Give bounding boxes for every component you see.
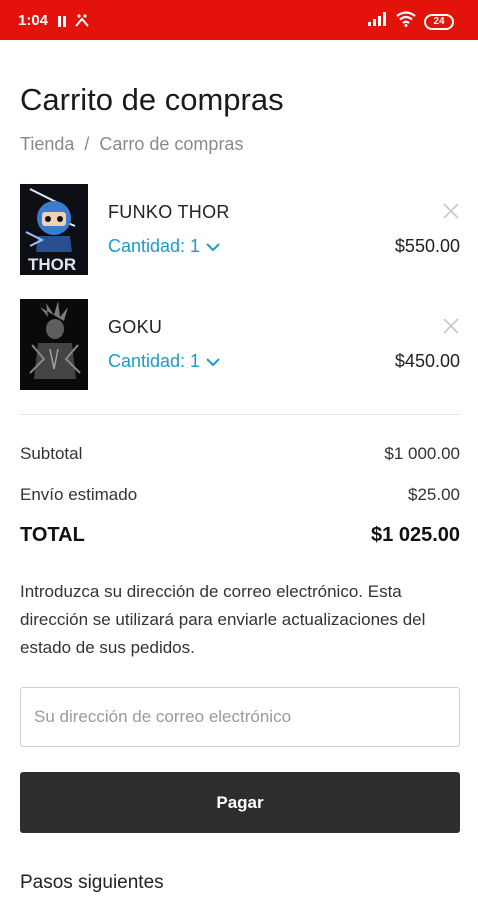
remove-item-button[interactable] [442,317,460,335]
cart-item-funko-thor: THOR FUNKO THOR Cantidad: 1 $550.00 [20,184,460,276]
breadcrumb-separator: / [84,134,90,154]
shipping-row: Envío estimado $25.00 [20,485,460,505]
wifi-icon [396,11,416,32]
status-time: 1:04 [18,12,49,29]
page-title: Carrito de compras [20,82,284,117]
breadcrumb-tienda[interactable]: Tienda [20,134,74,155]
cart-item-name: GOKU [108,317,163,337]
cart-item-name: FUNKO THOR [108,202,230,222]
chevron-down-icon [206,236,220,257]
close-icon [443,318,459,334]
notification-icon [74,13,90,32]
pause-icon [58,14,66,32]
shipping-value: $25.00 [408,485,460,504]
svg-text:THOR: THOR [28,255,76,274]
subtotal-label: Subtotal [20,444,83,463]
quantity-label: Cantidad: 1 [108,236,201,256]
goku-thumbnail[interactable] [20,299,88,390]
status-right-icons: 24 [368,11,454,32]
battery-icon: 24 [424,13,454,30]
signal-icon [368,12,388,31]
total-label: TOTAL [20,524,85,546]
shipping-label: Envío estimado [20,485,138,504]
total-value: $1 025.00 [371,524,460,546]
cart-item-goku: GOKU Cantidad: 1 $450.00 [20,299,460,391]
cart-item-price: $450.00 [394,351,460,371]
breadcrumb: Tienda / Carro de compras [20,134,243,155]
quantity-selector[interactable]: Cantidad: 1 [108,351,220,372]
status-bar: 1:04 24 [0,0,478,40]
funko-thor-thumbnail[interactable]: THOR [20,184,88,275]
subtotal-value: $1 000.00 [384,444,460,463]
breadcrumb-carro: Carro de compras [99,134,244,154]
total-row: TOTAL $1 025.00 [20,524,460,547]
email-info-text: Introduzca su dirección de correo electr… [20,582,426,657]
remove-item-button[interactable] [442,202,460,220]
cart-item-price: $550.00 [394,236,460,256]
divider [20,414,460,415]
email-field[interactable] [20,687,460,747]
quantity-label: Cantidad: 1 [108,351,201,371]
subtotal-row: Subtotal $1 000.00 [20,444,460,464]
status-left-icons [58,13,90,32]
chevron-down-icon [206,351,220,372]
next-steps-heading: Pasos siguientes [20,872,164,893]
pay-button[interactable]: Pagar [20,772,460,833]
quantity-selector[interactable]: Cantidad: 1 [108,236,220,257]
close-icon [443,203,459,219]
